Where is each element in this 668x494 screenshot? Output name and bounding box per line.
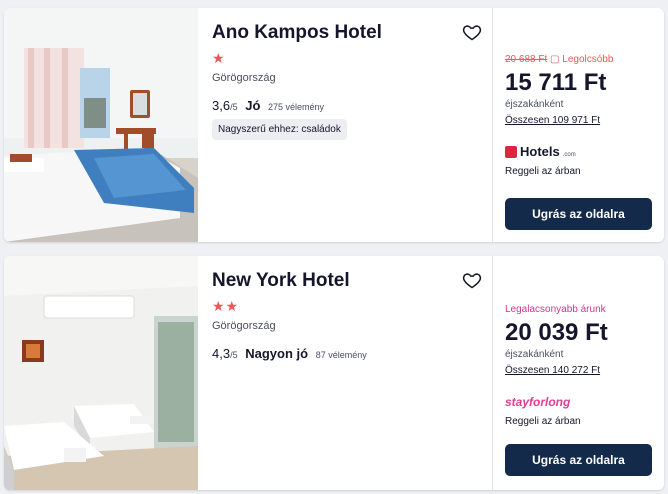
hotel-name[interactable]: New York Hotel [212, 270, 478, 292]
provider-logo: Hotels .com [505, 144, 652, 160]
go-to-site-button[interactable]: Ugrás az oldalra [505, 444, 652, 476]
breakfast-included: Reggeli az árban [505, 416, 581, 427]
per-night-label: éjszakánként [505, 349, 564, 360]
hotel-info: Ano Kampos Hotel ★ Görögország 3,6/5 Jó … [198, 8, 492, 242]
hotel-photo[interactable] [4, 256, 198, 490]
review-score: 3,6 [212, 98, 231, 113]
hotel-country: Görögország [212, 72, 276, 84]
total-price-link[interactable]: Összesen 140 272 Ft [505, 365, 600, 376]
total-price-link[interactable]: Összesen 109 971 Ft [505, 115, 600, 126]
hotel-card[interactable]: New York Hotel ★★ Görögország 4,3/5 Nagy… [4, 256, 664, 490]
provider-name: Hotels [520, 144, 560, 159]
nightly-price: 15 711 Ft [505, 69, 607, 96]
review-summary[interactable]: 3,6/5 Jó 275 vélemény [212, 98, 478, 113]
star-rating: ★ [212, 50, 226, 66]
per-night-label: éjszakánként [505, 99, 564, 110]
info-icon: ▢ [550, 54, 560, 65]
provider-name: stayforlong [505, 395, 571, 409]
review-score: 4,3 [212, 346, 231, 361]
nightly-price: 20 039 Ft [505, 319, 608, 346]
hotels-logo-icon [505, 145, 517, 158]
hotel-card[interactable]: Ano Kampos Hotel ★ Görögország 3,6/5 Jó … [4, 8, 664, 242]
review-label: Jó [245, 98, 261, 113]
hotel-photo[interactable] [4, 8, 198, 242]
price-panel: Legalacsonyabb árunk 20 039 Ft éjszakánk… [492, 256, 664, 490]
provider-logo: stayforlong [505, 394, 652, 410]
heart-icon[interactable] [462, 270, 482, 290]
feature-badge: Nagyszerű ehhez: családok [212, 119, 347, 140]
breakfast-included: Reggeli az árban [505, 166, 581, 177]
review-label: Nagyon jó [245, 346, 309, 361]
deal-label: Legolcsóbb [562, 54, 614, 65]
old-price: 20 688 Ft [505, 54, 548, 65]
review-count: 275 vélemény [268, 102, 325, 112]
review-scale: /5 [230, 350, 238, 360]
hotel-name[interactable]: Ano Kampos Hotel [212, 22, 478, 44]
star-rating: ★★ [212, 298, 240, 314]
old-price-row: 20 688 Ft ▢ Legolcsóbb [505, 54, 652, 65]
price-panel: 20 688 Ft ▢ Legolcsóbb 15 711 Ft éjszaká… [492, 8, 664, 242]
review-summary[interactable]: 4,3/5 Nagyon jó 87 vélemény [212, 346, 478, 361]
heart-icon[interactable] [462, 22, 482, 42]
review-scale: /5 [230, 102, 238, 112]
hotel-info: New York Hotel ★★ Görögország 4,3/5 Nagy… [198, 256, 492, 490]
deal-label: Legalacsonyabb árunk [505, 304, 606, 315]
provider-domain: .com [562, 151, 576, 158]
go-to-site-button[interactable]: Ugrás az oldalra [505, 198, 652, 230]
review-count: 87 vélemény [315, 350, 367, 360]
hotel-country: Görögország [212, 320, 276, 332]
